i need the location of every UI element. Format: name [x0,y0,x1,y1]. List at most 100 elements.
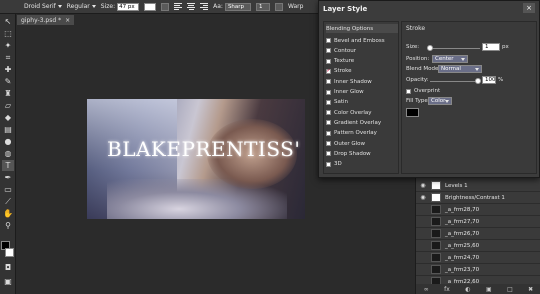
fill-type-select[interactable]: Color [428,97,452,105]
font-size-input[interactable]: 47 px [117,2,140,11]
layer-row[interactable]: _a_frm25,60 [416,240,540,252]
opacity-slider-track[interactable] [430,81,480,82]
size-slider-track[interactable] [430,48,480,49]
canvas-image[interactable]: BLAKEPRENTISS' [87,99,305,219]
delete-layer-icon[interactable]: ✖ [528,286,533,293]
magic-wand-tool-icon[interactable]: ✦ [2,40,14,51]
blending-option-checkbox[interactable] [326,110,331,116]
font-weight-select[interactable]: Regular [67,3,96,10]
close-button[interactable]: × [523,3,535,13]
blend-mode-select[interactable]: Normal [438,65,482,73]
opacity-input[interactable]: 100 [482,76,496,84]
layer-row[interactable]: _a_frm28,70 [416,204,540,216]
blending-option-pattern-overlay[interactable]: Pattern Overlay [326,129,398,138]
blur-tool-icon[interactable]: ● [2,136,14,147]
leading-select[interactable]: 1 [255,2,270,11]
document-tab[interactable]: giphy-3.psd * × [17,15,75,25]
visibility-toggle[interactable] [419,243,427,249]
canvas-text-layer[interactable]: BLAKEPRENTISS' [107,137,300,161]
new-layer-icon[interactable]: □ [507,286,513,293]
blending-option-checkbox[interactable] [326,151,331,157]
link-layers-icon[interactable]: ∞ [424,286,429,293]
layer-row[interactable]: ◉ Levels 1 [416,180,540,192]
overprint-checkbox[interactable] [406,88,411,94]
blending-option-drop-shadow[interactable]: Drop Shadow [326,149,398,158]
blending-option-bevel-and-emboss[interactable]: Bevel and Emboss [326,36,398,45]
blending-option-checkbox[interactable] [326,130,331,136]
layer-mask-icon[interactable]: ◐ [465,286,470,293]
visibility-toggle[interactable] [419,255,427,261]
blending-option-contour[interactable]: Contour [326,46,398,55]
visibility-toggle[interactable] [419,231,427,237]
opacity-slider-handle[interactable] [475,78,481,84]
text-color-picker-button[interactable] [161,2,170,11]
blending-option-checkbox[interactable] [326,58,331,64]
stroke-color-swatch[interactable] [406,108,419,117]
gradient-tool-icon[interactable]: ▤ [2,124,14,135]
blending-option-gradient-overlay[interactable]: Gradient Overlay [326,118,398,127]
marquee-tool-icon[interactable]: ⬚ [2,28,14,39]
quick-mask-icon[interactable]: ◘ [2,262,14,273]
blending-option-checkbox[interactable]: ✓ [326,68,331,74]
blending-option-checkbox[interactable] [326,89,331,95]
blending-option-checkbox[interactable] [326,48,331,54]
size-slider-handle[interactable] [427,45,433,51]
position-select[interactable]: Center [432,55,468,63]
blending-option-inner-glow[interactable]: Inner Glow [326,88,398,97]
antialias-control[interactable]: Aa: Sharp [213,2,251,11]
overprint-option[interactable]: Overprint [406,88,440,94]
sponge-tool-icon[interactable]: ◍ [2,148,14,159]
screen-mode-icon[interactable]: ▣ [2,276,14,287]
blending-option-inner-shadow[interactable]: Inner Shadow [326,77,398,86]
antialias-select[interactable]: Sharp [224,2,251,11]
align-left-icon[interactable] [174,3,183,10]
layer-style-icon[interactable]: fx [444,286,450,293]
hand-tool-icon[interactable]: ✋ [2,208,14,219]
layer-row[interactable]: _a_frm26,70 [416,228,540,240]
blending-option-checkbox[interactable] [326,79,331,85]
zoom-tool-icon[interactable]: ⚲ [2,220,14,231]
visibility-toggle[interactable] [419,267,427,273]
blending-option-color-overlay[interactable]: Color Overlay [326,108,398,117]
layer-row[interactable]: _a_frm23,70 [416,264,540,276]
paint-bucket-tool-icon[interactable]: ◆ [2,112,14,123]
font-size-control[interactable]: Size: 47 px [101,2,140,11]
text-color-swatch[interactable] [144,2,157,11]
blending-option-checkbox[interactable] [326,38,331,43]
new-group-icon[interactable]: ▣ [486,286,492,293]
warp-button[interactable]: Warp [288,3,304,10]
blending-option-outer-glow[interactable]: Outer Glow [326,139,398,148]
layer-row[interactable]: _a_frm24,70 [416,252,540,264]
eyedropper-tool-icon[interactable]: ⟋ [2,196,14,207]
blending-option-stroke[interactable]: ✓ Stroke [326,67,398,76]
type-tool-icon[interactable]: T [2,160,14,171]
close-icon[interactable]: × [65,17,70,24]
blending-option-checkbox[interactable] [326,120,331,126]
align-right-icon[interactable] [200,3,209,10]
blending-option-checkbox[interactable] [326,99,331,105]
move-tool-icon[interactable]: ↖ [2,16,14,27]
blending-option-checkbox[interactable] [326,161,331,167]
text-options-button[interactable] [274,2,283,11]
visibility-toggle[interactable] [419,219,427,225]
visibility-toggle[interactable] [419,207,427,213]
clone-stamp-tool-icon[interactable]: ♜ [2,88,14,99]
align-center-icon[interactable] [187,3,196,10]
blending-option-checkbox[interactable] [326,141,331,146]
crop-tool-icon[interactable]: ⌗ [2,52,14,63]
healing-tool-icon[interactable]: ✚ [2,64,14,75]
eraser-tool-icon[interactable]: ▱ [2,100,14,111]
blending-options-header[interactable]: Blending Options [326,24,398,33]
brush-tool-icon[interactable]: ✎ [2,76,14,87]
pen-tool-icon[interactable]: ✒ [2,172,14,183]
blending-option-3d[interactable]: 3D [326,160,398,169]
layer-row[interactable]: _a_frm27,70 [416,216,540,228]
shape-tool-icon[interactable]: ▭ [2,184,14,195]
blending-option-texture[interactable]: Texture [326,57,398,66]
font-family-select[interactable]: Droid Serif [24,3,62,10]
eye-icon[interactable]: ◉ [419,182,427,189]
layer-row[interactable]: ◉ Brightness/Contrast 1 [416,192,540,204]
eye-icon[interactable]: ◉ [419,194,427,201]
blending-option-satin[interactable]: Satin [326,98,398,107]
background-color-swatch[interactable] [5,248,14,257]
